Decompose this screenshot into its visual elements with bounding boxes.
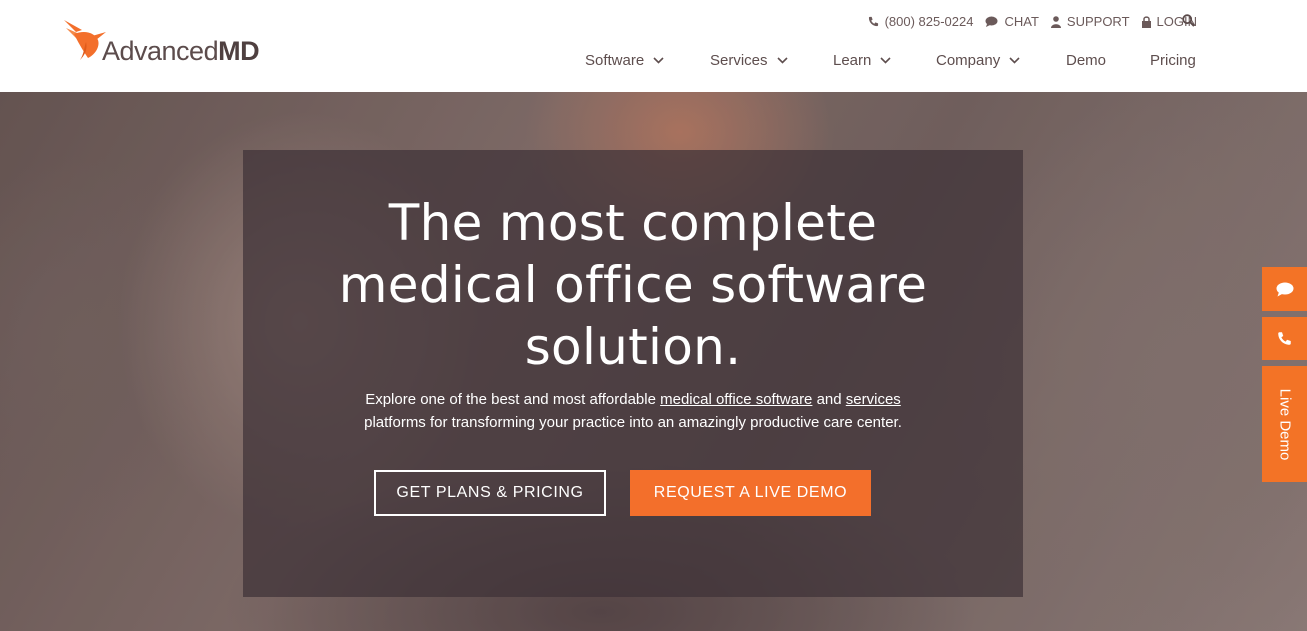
subtext-part: platforms for transforming your practice… xyxy=(364,414,902,431)
request-live-demo-button[interactable]: REQUEST A LIVE DEMO xyxy=(630,470,871,516)
nav-services[interactable]: Services xyxy=(710,52,833,69)
phone-icon xyxy=(1278,332,1291,345)
side-phone-button[interactable] xyxy=(1262,317,1307,360)
chat-label: CHAT xyxy=(1004,14,1039,29)
subtext-part: Explore one of the best and most afforda… xyxy=(365,391,661,408)
support-link[interactable]: SUPPORT xyxy=(1050,14,1130,29)
site-header: AdvancedMD (800) 825-0224 CHAT SUPPORT L… xyxy=(0,0,1307,92)
nav-software[interactable]: Software xyxy=(585,52,710,69)
nav-services-label: Services xyxy=(710,52,768,69)
chevron-down-icon xyxy=(653,57,664,64)
nav-learn[interactable]: Learn xyxy=(833,52,936,69)
chevron-down-icon xyxy=(776,57,788,64)
nav-pricing[interactable]: Pricing xyxy=(1150,52,1196,69)
headline-line: The most complete xyxy=(388,194,878,252)
nav-pricing-label: Pricing xyxy=(1150,52,1196,69)
phone-link[interactable]: (800) 825-0224 xyxy=(868,14,974,29)
utility-bar: (800) 825-0224 CHAT SUPPORT LOGIN xyxy=(856,14,1197,29)
user-icon xyxy=(1050,15,1061,28)
chat-bubble-icon xyxy=(1276,282,1293,296)
live-demo-label: Live Demo xyxy=(1276,388,1294,460)
nav-learn-label: Learn xyxy=(833,52,872,69)
side-live-demo-tab[interactable]: Live Demo xyxy=(1262,366,1307,482)
side-chat-button[interactable] xyxy=(1262,267,1307,311)
hummingbird-logo-icon xyxy=(64,20,106,60)
phone-icon xyxy=(868,16,878,27)
lock-icon xyxy=(1141,15,1151,28)
nav-demo-label: Demo xyxy=(1066,52,1107,69)
nav-demo[interactable]: Demo xyxy=(1066,52,1150,69)
services-link[interactable]: services xyxy=(846,391,901,408)
logo-text: AdvancedMD xyxy=(102,36,260,66)
subtext-part: and xyxy=(812,391,846,408)
search-icon xyxy=(1182,14,1195,27)
get-plans-pricing-button[interactable]: GET PLANS & PRICING xyxy=(374,470,606,516)
chevron-down-icon xyxy=(880,57,891,64)
search-button[interactable] xyxy=(1182,14,1198,30)
chat-link[interactable]: CHAT xyxy=(985,14,1039,29)
nav-software-label: Software xyxy=(585,52,645,69)
hero-section: The most complete medical office softwar… xyxy=(0,92,1307,631)
headline-line: medical office software xyxy=(338,256,928,314)
headline-line: solution. xyxy=(524,318,742,376)
phone-number: (800) 825-0224 xyxy=(884,14,974,29)
chevron-down-icon xyxy=(1009,57,1020,64)
hero-overlay-box: The most complete medical office softwar… xyxy=(243,150,1023,597)
main-nav: Software Services Learn Company Demo Pri… xyxy=(585,52,1196,69)
hero-headline: The most complete medical office softwar… xyxy=(243,192,1023,378)
nav-company-label: Company xyxy=(936,52,1001,69)
hero-subtext: Explore one of the best and most afforda… xyxy=(243,388,1023,434)
nav-company[interactable]: Company xyxy=(936,52,1066,69)
support-label: SUPPORT xyxy=(1066,14,1130,29)
chat-icon xyxy=(985,16,998,27)
medical-office-software-link[interactable]: medical office software xyxy=(660,391,812,408)
